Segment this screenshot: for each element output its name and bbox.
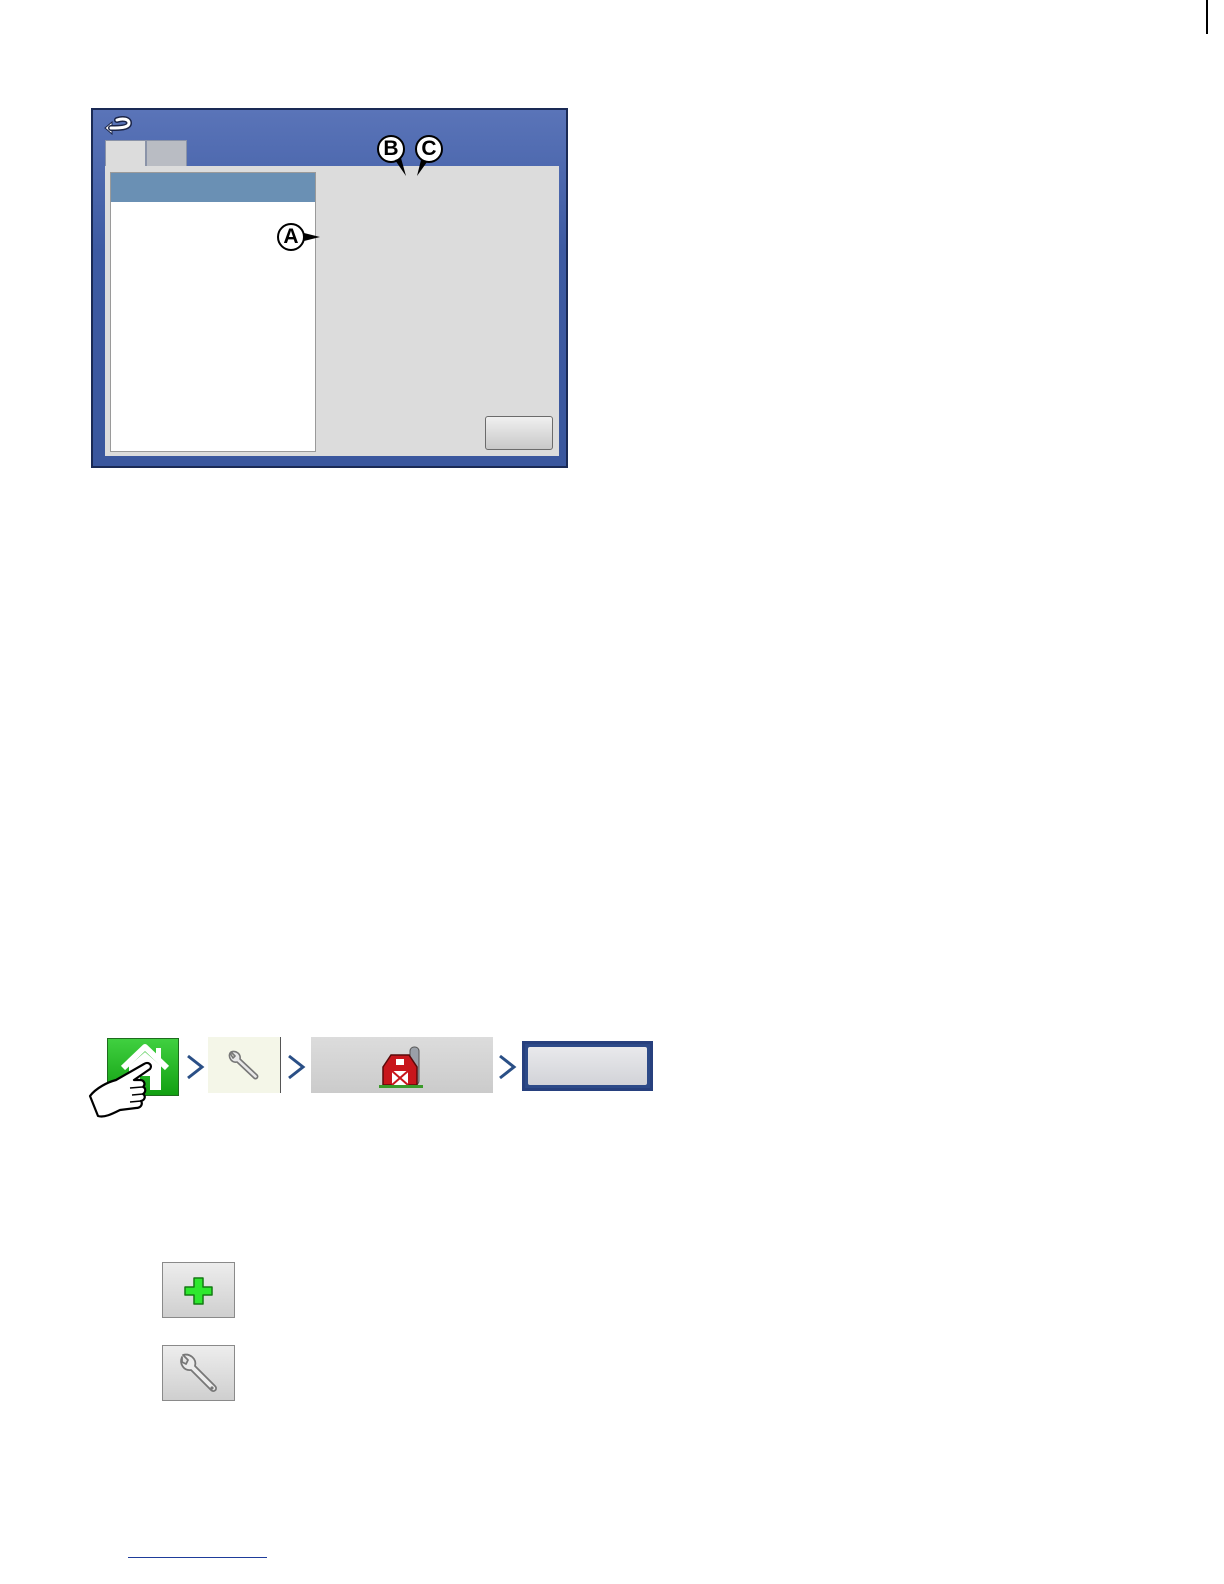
add-button[interactable]: [162, 1262, 235, 1318]
callout-c-label: C: [421, 137, 437, 160]
edit-button[interactable]: [162, 1345, 235, 1401]
callout-a-label: A: [283, 225, 299, 248]
setup-tab-button[interactable]: [522, 1041, 653, 1091]
callout-c: C: [414, 134, 444, 164]
tab-first[interactable]: [105, 140, 146, 166]
pointing-hand-icon: [88, 1061, 152, 1118]
wrench-icon: [228, 1050, 259, 1080]
callout-b: B: [376, 134, 406, 164]
tab-second[interactable]: [146, 140, 187, 166]
list-selected-row[interactable]: [111, 173, 315, 202]
back-arrow-icon[interactable]: [103, 116, 135, 138]
wrench-icon: [180, 1353, 217, 1392]
tools-button[interactable]: [208, 1037, 281, 1093]
chevron-right-icon: [187, 1054, 205, 1080]
panel-action-button[interactable]: [485, 416, 553, 450]
farm-management-button[interactable]: [311, 1037, 493, 1093]
page-edge-rule: [1206, 0, 1208, 34]
chevron-right-icon: [288, 1054, 306, 1080]
setup-tab-face: [528, 1047, 647, 1085]
callout-b-label: B: [383, 137, 399, 160]
chevron-right-icon: [499, 1054, 517, 1080]
tab-content-area: [105, 166, 559, 456]
barn-icon: [379, 1046, 423, 1088]
callout-a: A: [276, 222, 306, 252]
item-list[interactable]: [110, 172, 316, 452]
setup-screen-screenshot: A B C: [91, 108, 568, 468]
footer-link-underline[interactable]: [128, 1557, 267, 1558]
plus-icon: [184, 1277, 213, 1305]
